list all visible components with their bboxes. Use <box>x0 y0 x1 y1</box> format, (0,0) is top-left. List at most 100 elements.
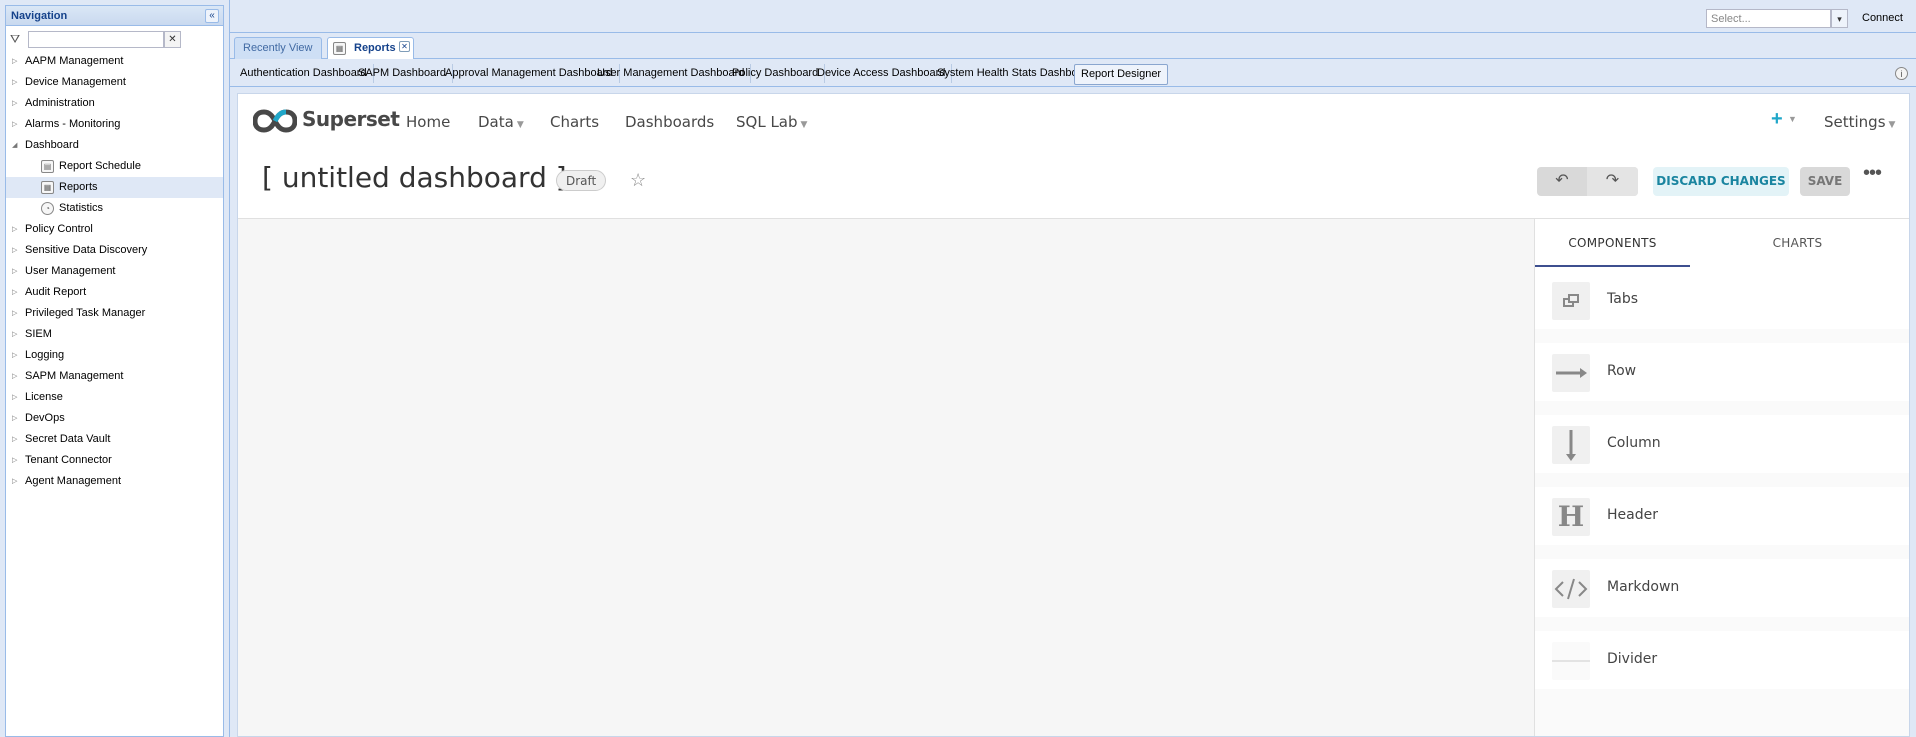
connect-button[interactable]: Connect <box>1862 12 1903 24</box>
discard-changes-button[interactable]: DISCARD CHANGES <box>1653 167 1789 196</box>
main-panel: Select... ▾ Connect Recently View ▦ Repo… <box>229 0 1916 737</box>
expand-arrow-icon[interactable]: ▷ <box>12 387 17 408</box>
redo-icon[interactable]: ↷ <box>1587 167 1638 196</box>
expand-arrow-icon[interactable]: ▷ <box>12 219 17 240</box>
nav-item-dashboard[interactable]: ◢ Dashboard <box>6 135 223 156</box>
close-tab-icon[interactable]: ✕ <box>399 41 410 52</box>
dashboard-title[interactable]: [ untitled dashboard ] <box>262 161 567 194</box>
nav-item-siem[interactable]: ▷ SIEM <box>6 324 223 345</box>
nav-item-tenant-connector[interactable]: ▷ Tenant Connector <box>6 450 223 471</box>
tab-reports[interactable]: ▦ Reports ✕ <box>327 37 414 59</box>
nav-item-administration[interactable]: ▷ Administration <box>6 93 223 114</box>
nav-item-logging[interactable]: ▷ Logging <box>6 345 223 366</box>
more-options-icon[interactable]: ••• <box>1861 163 1883 188</box>
connection-select[interactable]: Select... <box>1706 9 1831 28</box>
nav-item-reports[interactable]: ▦ Reports <box>6 177 223 198</box>
builder-sidepanel: COMPONENTS CHARTS Tabs Row Column H Head… <box>1534 218 1909 736</box>
nav-item-secret-data-vault[interactable]: ▷ Secret Data Vault <box>6 429 223 450</box>
expand-arrow-icon[interactable]: ▷ <box>12 261 17 282</box>
superset-logo-icon[interactable] <box>253 108 297 134</box>
undo-icon[interactable]: ↶ <box>1537 167 1587 196</box>
nav-item-sapm-management[interactable]: ▷ SAPM Management <box>6 366 223 387</box>
menu-charts[interactable]: Charts <box>550 113 599 131</box>
save-button[interactable]: SAVE <box>1800 167 1850 196</box>
nav-item-report-schedule[interactable]: ▤ Report Schedule <box>6 156 223 177</box>
component-column[interactable]: Column <box>1535 415 1909 473</box>
report-schedule-icon: ▤ <box>41 160 54 173</box>
nav-item-privileged-task-manager[interactable]: ▷ Privileged Task Manager <box>6 303 223 324</box>
tabs-icon <box>1552 282 1590 320</box>
expand-arrow-icon[interactable]: ▷ <box>12 408 17 429</box>
expand-arrow-icon[interactable]: ▷ <box>12 429 17 450</box>
component-row[interactable]: Row <box>1535 343 1909 401</box>
nav-item-agent-management[interactable]: ▷ Agent Management <box>6 471 223 492</box>
expand-arrow-icon[interactable]: ▷ <box>12 366 17 387</box>
expand-arrow-icon[interactable]: ▷ <box>12 72 17 93</box>
component-label: Tabs <box>1607 291 1638 307</box>
nav-item-audit-report[interactable]: ▷ Audit Report <box>6 282 223 303</box>
dashboard-tab-report-designer[interactable]: Report Designer <box>1074 64 1169 85</box>
plus-icon[interactable]: + <box>1771 108 1783 131</box>
collapse-arrow-icon[interactable]: ◢ <box>12 135 17 156</box>
nav-item-sensitive-data-discovery[interactable]: ▷ Sensitive Data Discovery <box>6 240 223 261</box>
tab-components[interactable]: COMPONENTS <box>1535 219 1690 267</box>
component-tabs[interactable]: Tabs <box>1535 271 1909 329</box>
expand-arrow-icon[interactable]: ▷ <box>12 450 17 471</box>
dashboard-canvas[interactable] <box>238 218 1534 736</box>
navigation-title: Navigation <box>11 10 68 22</box>
expand-arrow-icon[interactable]: ▷ <box>12 114 17 135</box>
expand-arrow-icon[interactable]: ▷ <box>12 240 17 261</box>
reports-icon: ▦ <box>41 181 54 194</box>
menu-dashboards[interactable]: Dashboards <box>625 113 714 131</box>
header-icon: H <box>1552 498 1590 536</box>
superset-navbar: Superset Home Data ▼ Charts Dashboards SQ… <box>238 94 1909 150</box>
nav-item-policy-control[interactable]: ▷ Policy Control <box>6 219 223 240</box>
connection-select-placeholder: Select... <box>1711 13 1751 25</box>
caret-down-icon: ▼ <box>1888 120 1896 130</box>
navigation-panel: Navigation « ⛛ ✕ ▷ AAPM Management ▷ Devic… <box>5 5 224 737</box>
caret-down-icon: ▼ <box>800 120 808 130</box>
dashboard-tab-bar: Authentication Dashboard SAPM Dashboard … <box>230 61 1916 87</box>
nav-item-alarms-monitoring[interactable]: ▷ Alarms - Monitoring <box>6 114 223 135</box>
nav-item-user-management[interactable]: ▷ User Management <box>6 261 223 282</box>
superset-brand[interactable]: Superset <box>302 107 400 131</box>
undo-redo-group: ↶ ↷ <box>1537 167 1638 196</box>
menu-data[interactable]: Data ▼ <box>478 113 524 131</box>
filter-icon: ⛛ <box>10 32 21 46</box>
menu-home[interactable]: Home <box>406 113 450 131</box>
dashboard-tab-sapm[interactable]: SAPM Dashboard <box>352 64 454 83</box>
chevron-down-icon[interactable]: ▾ <box>1831 9 1848 28</box>
caret-down-icon[interactable]: ▼ <box>1788 114 1797 124</box>
tab-charts[interactable]: CHARTS <box>1695 219 1900 267</box>
nav-item-statistics[interactable]: ◔ Statistics <box>6 198 223 219</box>
nav-item-aapm-management[interactable]: ▷ AAPM Management <box>6 51 223 72</box>
collapse-left-icon[interactable]: « <box>205 9 219 23</box>
component-markdown[interactable]: Markdown <box>1535 559 1909 617</box>
nav-item-devops[interactable]: ▷ DevOps <box>6 408 223 429</box>
expand-arrow-icon[interactable]: ▷ <box>12 471 17 492</box>
reports-icon: ▦ <box>333 42 346 55</box>
settings-menu[interactable]: Settings ▼ <box>1824 113 1895 131</box>
component-divider[interactable]: Divider <box>1535 631 1909 689</box>
panel-tab-bar: Recently View ▦ Reports ✕ <box>230 34 1916 59</box>
expand-arrow-icon[interactable]: ▷ <box>12 51 17 72</box>
expand-arrow-icon[interactable]: ▷ <box>12 93 17 114</box>
info-icon[interactable]: i <box>1895 67 1908 80</box>
divider-icon <box>1552 642 1590 680</box>
star-icon[interactable]: ☆ <box>630 170 646 190</box>
markdown-icon <box>1552 570 1590 608</box>
nav-item-license[interactable]: ▷ License <box>6 387 223 408</box>
nav-item-device-management[interactable]: ▷ Device Management <box>6 72 223 93</box>
clear-search-icon[interactable]: ✕ <box>164 31 181 48</box>
row-icon <box>1552 354 1590 392</box>
expand-arrow-icon[interactable]: ▷ <box>12 324 17 345</box>
component-header[interactable]: H Header <box>1535 487 1909 545</box>
statistics-icon: ◔ <box>41 202 54 215</box>
menu-sql-lab[interactable]: SQL Lab ▼ <box>736 113 807 131</box>
tab-recently-view[interactable]: Recently View <box>234 37 322 59</box>
navigation-search-input[interactable] <box>28 31 164 48</box>
expand-arrow-icon[interactable]: ▷ <box>12 303 17 324</box>
tab-reports-label: Reports <box>354 42 396 54</box>
expand-arrow-icon[interactable]: ▷ <box>12 345 17 366</box>
expand-arrow-icon[interactable]: ▷ <box>12 282 17 303</box>
